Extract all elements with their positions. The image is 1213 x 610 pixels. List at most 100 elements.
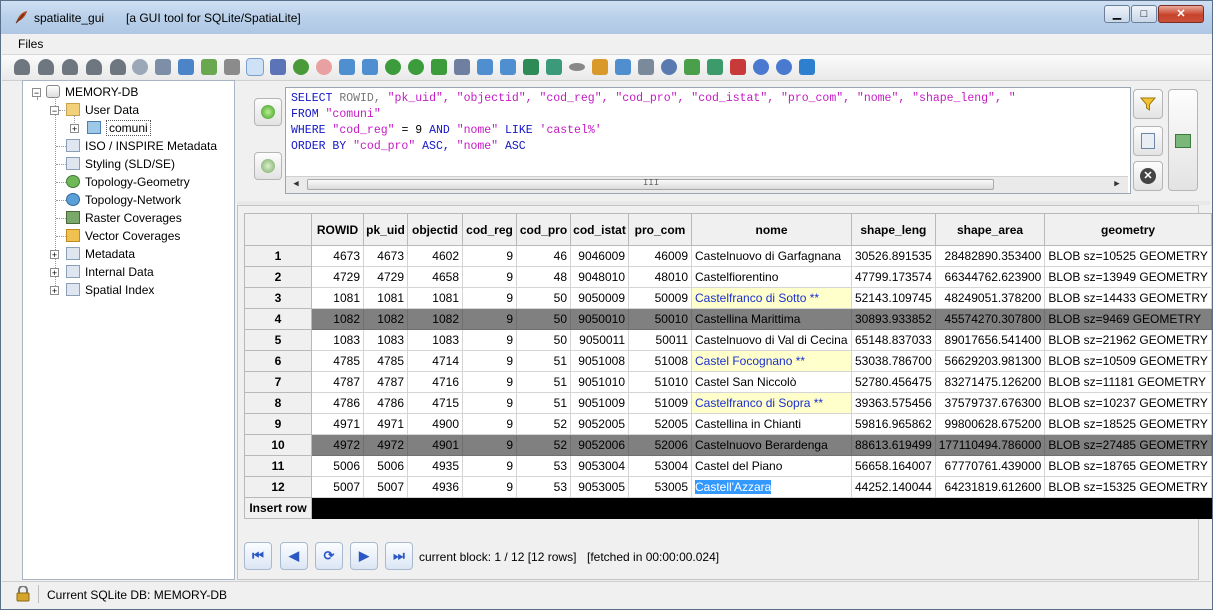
grid-cell[interactable]: BLOB sz=10509 GEOMETRY [1044, 350, 1212, 372]
grid-cell[interactable]: 5007 [311, 476, 364, 498]
grid-cell[interactable]: BLOB sz=13949 GEOMETRY [1044, 266, 1212, 288]
menu-files[interactable]: Files [18, 37, 43, 51]
exit-icon[interactable] [799, 59, 815, 75]
scroll-thumb[interactable]: III [307, 178, 994, 190]
grid-cell[interactable]: 56658.164007 [851, 455, 936, 477]
grid-cell[interactable]: 9052006 [570, 434, 629, 456]
grid-cell[interactable]: 9 [462, 413, 517, 435]
grid-cell[interactable]: BLOB sz=18765 GEOMETRY [1044, 455, 1212, 477]
grid-cell[interactable]: Castel San Niccolò [691, 371, 852, 393]
editor-h-scrollbar[interactable]: ◀ III ▶ [286, 176, 1128, 193]
tree-collapse-icon[interactable]: − [50, 106, 59, 116]
grid-cell[interactable]: 66344762.623900 [934, 266, 1046, 288]
grid-cell[interactable]: BLOB sz=10525 GEOMETRY [1044, 245, 1212, 267]
grid-cell[interactable]: 9 [462, 287, 517, 309]
grid-cell[interactable]: 53004 [628, 455, 692, 477]
grid-cell[interactable]: 4729 [311, 266, 364, 288]
grid-cell[interactable]: 4971 [311, 413, 364, 435]
insert-cell[interactable] [311, 497, 364, 519]
grid-cell[interactable]: 56629203.981300 [934, 350, 1046, 372]
grid-cell[interactable]: 88613.619499 [851, 434, 936, 456]
row-header[interactable]: 6 [244, 350, 312, 372]
row-header[interactable]: 8 [244, 392, 312, 414]
sql-script-button[interactable] [1133, 126, 1163, 156]
grid-cell[interactable]: 28482890.353400 [934, 245, 1046, 267]
table-row[interactable]: 10 4972 4972 4901 9 52 9052006 52006 Castelnuovo… [244, 434, 1212, 456]
grid-cell[interactable]: 9048010 [570, 266, 629, 288]
grid-cell[interactable]: 50 [516, 329, 571, 351]
excel-icon[interactable] [523, 59, 539, 75]
grid-cell[interactable]: 51009 [628, 392, 692, 414]
table-row[interactable]: 3 1081 1081 1081 9 50 9050009 50009 Castelfranco… [244, 287, 1212, 309]
grid-cell[interactable]: 50 [516, 308, 571, 330]
grid-cell[interactable]: Castelnuovo Berardenga [691, 434, 852, 456]
grid-cell[interactable]: 4971 [363, 413, 408, 435]
build-network-icon[interactable] [408, 59, 424, 75]
grid-cell[interactable]: 1083 [311, 329, 364, 351]
grid-cell[interactable]: 5006 [311, 455, 364, 477]
grid-cell[interactable]: 9 [462, 329, 517, 351]
grid-cell[interactable]: 4900 [407, 413, 463, 435]
grid-cell[interactable]: 9053005 [570, 476, 629, 498]
attach-db-icon[interactable] [155, 59, 171, 75]
grid-cell[interactable]: 1083 [363, 329, 408, 351]
minimize-button[interactable]: ▁ [1104, 5, 1130, 23]
grid-cell[interactable]: 4714 [407, 350, 463, 372]
grid-cell[interactable]: BLOB sz=10237 GEOMETRY [1044, 392, 1212, 414]
help-icon[interactable] [753, 59, 769, 75]
grid-cell[interactable]: 30526.891535 [851, 245, 936, 267]
grid-cell[interactable]: Castelnuovo di Val di Cecina [691, 329, 852, 351]
virtual-dbf-icon[interactable] [454, 59, 470, 75]
table-row[interactable]: 6 4785 4785 4714 9 51 9051008 51008 Castel Focog… [244, 350, 1212, 372]
save-memory-db-icon[interactable] [110, 59, 126, 75]
grid-cell[interactable]: 9051010 [570, 371, 629, 393]
row-header[interactable]: 11 [244, 455, 312, 477]
grid-cell[interactable]: 44252.140044 [851, 476, 936, 498]
insert-cell[interactable] [570, 497, 629, 519]
grid-cell[interactable]: 99800628.675200 [934, 413, 1046, 435]
srids-icon[interactable] [546, 59, 562, 75]
grid-cell[interactable]: 50 [516, 287, 571, 309]
grid-corner[interactable] [244, 213, 312, 246]
column-header[interactable]: cod_reg [462, 213, 517, 246]
insert-cell[interactable] [691, 497, 852, 519]
tree-topology-network[interactable]: Topology-Network [66, 192, 181, 208]
grid-cell[interactable]: 177110494.786000 [934, 434, 1046, 456]
tree-iso-metadata[interactable]: ISO / INSPIRE Metadata [66, 138, 217, 154]
insert-cell[interactable] [462, 497, 517, 519]
grid-cell[interactable]: 4785 [363, 350, 408, 372]
geocode-icon[interactable] [661, 59, 677, 75]
maximize-button[interactable]: □ [1131, 5, 1157, 23]
grid-cell[interactable]: 59816.965862 [851, 413, 936, 435]
close-button[interactable]: ✕ [1158, 5, 1204, 23]
grid-cell[interactable]: 53038.786700 [851, 350, 936, 372]
load-xl-icon[interactable] [500, 59, 516, 75]
grid-cell[interactable]: 9050009 [570, 287, 629, 309]
column-header[interactable]: ROWID [311, 213, 364, 246]
grid-cell[interactable]: 45574270.307800 [934, 308, 1046, 330]
grid-cell[interactable]: 9051009 [570, 392, 629, 414]
grid-cell[interactable]: 1082 [363, 308, 408, 330]
grid-cell[interactable]: 48010 [628, 266, 692, 288]
grid-cell[interactable]: 4715 [407, 392, 463, 414]
execute-sql-button[interactable] [254, 98, 282, 126]
row-header[interactable]: 12 [244, 476, 312, 498]
table-row[interactable]: 11 5006 5006 4935 9 53 9053004 53004 Castel del … [244, 455, 1212, 477]
grid-cell[interactable]: 4673 [311, 245, 364, 267]
query-view-icon[interactable] [246, 58, 264, 76]
load-network-icon[interactable] [385, 59, 401, 75]
grid-cell[interactable]: 53 [516, 455, 571, 477]
grid-cell[interactable]: 4901 [407, 434, 463, 456]
tree-styling[interactable]: Styling (SLD/SE) [66, 156, 175, 172]
title-bar[interactable]: spatialite_gui [a GUI tool for SQLite/Sp… [1, 1, 1212, 34]
grid-cell[interactable]: Castel Focognano ** [691, 350, 852, 372]
grid-cell[interactable]: 1081 [311, 287, 364, 309]
grid-cell[interactable]: 9050010 [570, 308, 629, 330]
grid-cell[interactable]: 9 [462, 350, 517, 372]
table-row[interactable]: 2 4729 4729 4658 9 48 9048010 48010 Castelfioren… [244, 266, 1212, 288]
table-row[interactable]: 12 5007 5007 4936 9 53 9053005 53005 Castell'Azz… [244, 476, 1212, 498]
table-row[interactable]: 9 4971 4971 4900 9 52 9052005 52005 Castellina i… [244, 413, 1212, 435]
last-block-button[interactable]: ⏭ [385, 542, 413, 570]
grid-cell[interactable]: BLOB sz=27485 GEOMETRY [1044, 434, 1212, 456]
grid-cell[interactable]: BLOB sz=21962 GEOMETRY [1044, 329, 1212, 351]
